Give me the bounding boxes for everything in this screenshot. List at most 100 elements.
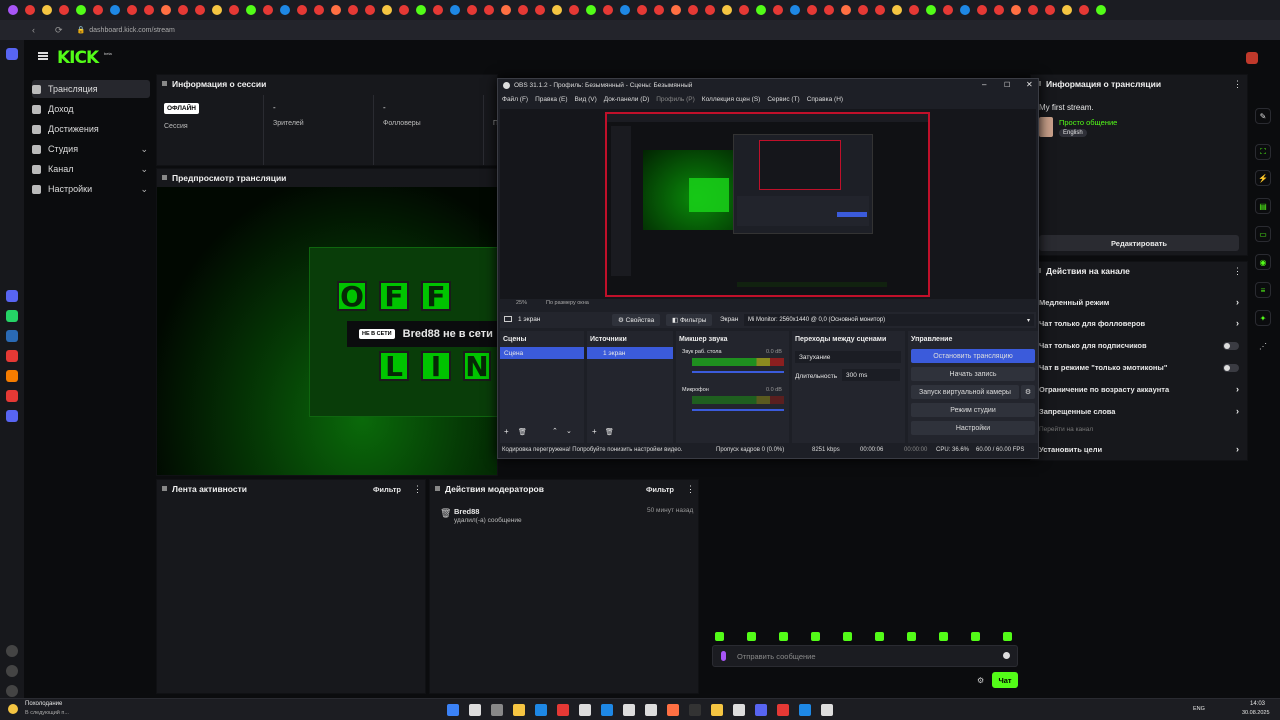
emote-icon[interactable] — [747, 632, 756, 641]
chat-input[interactable]: Отправить сообщение — [712, 645, 1018, 667]
more-icon[interactable]: ⋮ — [413, 484, 422, 495]
sidebar-item[interactable]: Студия ⌄ — [32, 140, 150, 158]
remove-source-icon[interactable]: 🗑 — [605, 428, 614, 436]
taskbar-app-icon[interactable] — [733, 704, 745, 716]
start-recording-button[interactable]: Начать запись — [911, 367, 1035, 381]
add-scene-icon[interactable]: + — [504, 427, 509, 436]
browser-tab[interactable] — [92, 5, 103, 15]
obs-menu-item[interactable]: Профиль (P) — [656, 96, 695, 106]
chat-send-button[interactable]: Чат — [992, 672, 1018, 688]
browser-tab[interactable] — [228, 5, 239, 15]
taskbar-app-icon[interactable] — [667, 704, 679, 716]
browser-tab[interactable] — [313, 5, 324, 15]
list-icon[interactable]: ≡ — [1255, 282, 1271, 298]
channel-action-item[interactable]: Чат только для фолловеров › — [1039, 318, 1239, 331]
stream-category[interactable]: Просто общение — [1059, 118, 1117, 127]
app-icon-3[interactable] — [6, 370, 18, 382]
taskbar-app-icon[interactable] — [579, 704, 591, 716]
browser-tab[interactable] — [857, 5, 868, 15]
taskbar-app-icon[interactable] — [535, 704, 547, 716]
obs-menu-item[interactable]: Коллекция сцен (S) — [702, 96, 761, 106]
chat-settings-icon[interactable]: ⚙ — [977, 676, 984, 685]
move-down-icon[interactable]: ⌄ — [566, 427, 572, 435]
channel-action-item[interactable]: Перейти на канал — [1039, 426, 1239, 438]
keyboard-language[interactable]: ENG — [1193, 706, 1205, 712]
browser-tab[interactable] — [245, 5, 256, 15]
browser-tab[interactable] — [58, 5, 69, 15]
broadcast-icon[interactable]: ◉ — [1255, 254, 1271, 270]
browser-tab[interactable] — [959, 5, 970, 15]
taskbar-app-icon[interactable] — [557, 704, 569, 716]
browser-tab[interactable] — [398, 5, 409, 15]
heart-icon[interactable] — [6, 645, 18, 657]
drag-handle-icon[interactable] — [435, 486, 440, 491]
obs-menu-item[interactable]: Справка (H) — [807, 96, 843, 106]
obs-menu-item[interactable]: Вид (V) — [575, 96, 597, 106]
browser-tab[interactable] — [568, 5, 579, 15]
sidebar-item[interactable]: Канал ⌄ — [32, 160, 150, 178]
browser-tab[interactable] — [840, 5, 851, 15]
source-item[interactable]: 1 экран — [587, 347, 673, 359]
weather-icon[interactable] — [8, 704, 18, 714]
browser-tab[interactable] — [636, 5, 647, 15]
browser-tab[interactable] — [381, 5, 392, 15]
taskbar-app-icon[interactable] — [711, 704, 723, 716]
virtual-camera-settings-icon[interactable]: ⚙ — [1021, 385, 1035, 399]
toggle-switch[interactable] — [1223, 342, 1239, 350]
url-text[interactable]: dashboard.kick.com/stream — [89, 27, 175, 34]
obs-properties-button[interactable]: ⚙ Свойства — [612, 314, 661, 326]
browser-tab[interactable] — [466, 5, 477, 15]
browser-tab[interactable] — [772, 5, 783, 15]
reload-icon[interactable]: ⟳ — [55, 25, 63, 36]
browser-tab[interactable] — [619, 5, 630, 15]
back-icon[interactable]: ‹ — [32, 25, 35, 35]
emote-icon[interactable] — [811, 632, 820, 641]
browser-tab[interactable] — [347, 5, 358, 15]
browser-tab[interactable] — [653, 5, 664, 15]
browser-tab[interactable] — [789, 5, 800, 15]
bolt-icon[interactable]: ⚡ — [1255, 170, 1271, 186]
browser-tab[interactable] — [109, 5, 120, 15]
whatsapp-icon[interactable] — [6, 310, 18, 322]
browser-tab[interactable] — [670, 5, 681, 15]
obs-filters-button[interactable]: ◧ Фильтры — [666, 314, 713, 326]
mod-entry-user[interactable]: Bred88 — [454, 507, 479, 516]
transition-select[interactable]: Затухание — [795, 351, 901, 363]
obs-menu-item[interactable]: Сервис (T) — [767, 96, 799, 106]
browser-tab[interactable] — [551, 5, 562, 15]
browser-tab[interactable] — [806, 5, 817, 15]
browser-tab[interactable] — [823, 5, 834, 15]
channel-action-item[interactable]: Чат только для подписчиков — [1039, 341, 1239, 353]
channel-action-item[interactable]: Установить цели › — [1039, 444, 1239, 457]
mic-icon[interactable] — [721, 651, 726, 661]
emote-icon[interactable] — [715, 632, 724, 641]
channel-action-item[interactable]: Медленный режим › — [1039, 297, 1239, 310]
browser-tab[interactable] — [704, 5, 715, 15]
browser-tab[interactable] — [449, 5, 460, 15]
browser-tab[interactable] — [24, 5, 35, 15]
browser-tab[interactable] — [143, 5, 154, 15]
workspace-icon[interactable] — [6, 48, 18, 60]
volume-slider[interactable] — [692, 371, 784, 373]
sidebar-item[interactable]: Настройки ⌄ — [32, 180, 150, 198]
opera-icon[interactable] — [8, 5, 18, 15]
more-icon[interactable]: ⋮ — [686, 484, 695, 495]
move-up-icon[interactable]: ⌃ — [552, 427, 558, 435]
channel-action-item[interactable]: Запрещенные слова › — [1039, 406, 1239, 419]
settings-button[interactable]: Настройки — [911, 421, 1035, 435]
channel-action-item[interactable]: Чат в режиме "только эмотиконы" — [1039, 363, 1239, 375]
kick-logo[interactable]: KICK — [57, 48, 99, 68]
start-virtual-camera-button[interactable]: Запуск виртуальной камеры — [911, 385, 1019, 399]
studio-mode-button[interactable]: Режим студии — [911, 403, 1035, 417]
drag-handle-icon[interactable] — [162, 486, 167, 491]
taskbar-app-icon[interactable] — [689, 704, 701, 716]
app-icon-5[interactable] — [6, 410, 18, 422]
browser-tab[interactable] — [160, 5, 171, 15]
channel-action-item[interactable]: Ограничение по возрасту аккаунта › — [1039, 384, 1239, 397]
sidebar-item[interactable]: Трансляция — [32, 80, 150, 98]
volume-slider[interactable] — [692, 409, 784, 411]
taskbar-app-icon[interactable] — [645, 704, 657, 716]
emote-icon[interactable] — [779, 632, 788, 641]
taskbar-app-icon[interactable] — [491, 704, 503, 716]
vk-icon[interactable] — [6, 330, 18, 342]
